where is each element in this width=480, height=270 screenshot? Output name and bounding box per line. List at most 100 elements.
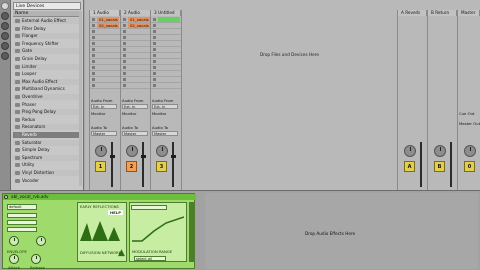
master-track-title[interactable]: Master [458,10,480,16]
pan-knob[interactable] [156,145,168,157]
clip-stop-icon[interactable] [153,84,156,87]
browser-item[interactable]: Redux [13,117,81,123]
io-chooser[interactable]: Master [152,131,178,136]
io-chooser[interactable]: Ext. In [152,104,178,109]
clip-slot[interactable] [121,83,151,89]
io-chooser[interactable]: Master [91,131,117,136]
audio-clip[interactable]: 02_vocals [128,23,150,28]
io-chooser[interactable]: Ext. In [91,104,117,109]
clip-stop-icon[interactable] [123,36,126,39]
browser-item[interactable]: Resonators [13,124,81,131]
browser-item[interactable]: Frequency Shifter [13,41,81,47]
audio-clip[interactable]: 02_vocals [97,23,119,28]
clip-stop-icon[interactable] [92,72,95,75]
reflections-display[interactable] [80,217,126,241]
track-title[interactable]: 3 Untitled [151,10,181,16]
track-activator-button[interactable]: A [404,161,415,172]
clip-stop-icon[interactable] [92,30,95,33]
clip-slot[interactable] [151,83,181,89]
return-track-title[interactable]: B Return [428,10,457,16]
clip-stop-icon[interactable] [123,18,126,21]
audio-effects-drop-zone[interactable]: Drop Audio Effects Here [205,193,478,269]
clip-stop-icon[interactable] [153,48,156,51]
browser-item[interactable]: Multiband Dynamics [13,86,81,92]
plugins-icon[interactable] [1,12,9,20]
clip-stop-icon[interactable] [123,24,126,27]
browser-item[interactable]: Flanger [13,33,81,40]
track-activator-button[interactable]: B [434,161,445,172]
clip-stop-icon[interactable] [153,24,156,27]
select-all-button[interactable]: select all [134,256,166,261]
browser-item[interactable]: Max Audio Effect [13,78,81,85]
clip-stop-icon[interactable] [153,54,156,57]
browser-item[interactable]: Ping Pong Delay [13,109,81,116]
clip-stop-icon[interactable] [92,54,95,57]
clip-stop-icon[interactable] [92,60,95,63]
browser-item[interactable]: Limiter [13,63,81,70]
clip-stop-icon[interactable] [153,60,156,63]
browser-item[interactable]: Utility [13,162,81,168]
device-knob-1[interactable] [9,236,19,246]
clip-stop-icon[interactable] [92,78,95,81]
pan-knob[interactable] [404,145,416,157]
browser-item[interactable]: Vinyl Distortion [13,170,81,176]
browser-item[interactable]: Vocoder [13,178,81,184]
return-track-title[interactable]: A Reverb [398,10,427,16]
algorithm-dropdown[interactable] [131,205,167,210]
clip-stop-icon[interactable] [153,18,156,21]
device-dropdown-2[interactable] [7,220,37,225]
pan-knob[interactable] [95,145,107,157]
browser-item[interactable]: Overdrive [13,94,81,100]
clip-stop-icon[interactable] [123,72,126,75]
audio-clip[interactable] [158,17,180,22]
clip-stop-icon[interactable] [153,72,156,75]
release-knob[interactable] [31,254,41,264]
samples-icon[interactable] [1,32,9,40]
clip-stop-icon[interactable] [92,84,95,87]
volume-fader[interactable] [141,155,146,158]
device-dropdown-3[interactable] [7,227,37,232]
track-title[interactable]: 2 Audio [121,10,151,16]
clip-slot[interactable] [90,83,120,89]
clip-stop-icon[interactable] [123,78,126,81]
clip-stop-icon[interactable] [123,48,126,51]
browser-item[interactable]: Filter Delay [13,26,81,32]
device-dropdown-1[interactable] [7,213,37,218]
clip-stop-icon[interactable] [92,42,95,45]
clip-stop-icon[interactable] [123,54,126,57]
pan-knob[interactable] [464,145,476,157]
clip-stop-icon[interactable] [153,78,156,81]
track-activator-button[interactable]: 3 [156,161,167,172]
audio-clip[interactable]: 01_vocals [97,17,119,22]
device-title[interactable]: abl_vocal_rvb.adv [3,194,196,200]
help-button[interactable]: HELP [108,210,123,215]
clip-stop-icon[interactable] [153,42,156,45]
browser-item[interactable]: Grain Delay [13,56,81,62]
clip-stop-icon[interactable] [92,48,95,51]
volume-fader[interactable] [110,155,115,158]
modulation-display[interactable] [132,213,184,245]
browser-column-header[interactable]: Name [13,11,81,17]
clip-stop-icon[interactable] [123,30,126,33]
audio-clip[interactable]: 01_vocals [128,17,150,22]
browser-item[interactable]: Spectrum [13,154,81,161]
instruments-icon[interactable] [1,22,9,30]
volume-fader[interactable] [171,155,176,158]
browser-item[interactable]: Gate [13,48,81,55]
browser-scrollbar[interactable] [79,11,82,186]
clip-stop-icon[interactable] [123,60,126,63]
track-activator-button[interactable]: 1 [95,161,106,172]
track-activator-button[interactable]: 0 [464,161,475,172]
pan-knob[interactable] [434,145,446,157]
io-chooser[interactable]: Master [122,131,148,136]
browser-location-field[interactable]: Live Devices [13,2,81,10]
browser-item[interactable]: Simple Delay [13,147,81,153]
clip-stop-icon[interactable] [153,66,156,69]
folder-icon[interactable] [1,52,9,60]
io-chooser[interactable]: Ext. In [122,104,148,109]
device-power-icon[interactable] [4,195,8,199]
files-icon[interactable] [1,42,9,50]
browser-item[interactable]: Phaser [13,102,81,108]
clip-stop-icon[interactable] [153,30,156,33]
preset-field[interactable]: default [7,204,37,210]
